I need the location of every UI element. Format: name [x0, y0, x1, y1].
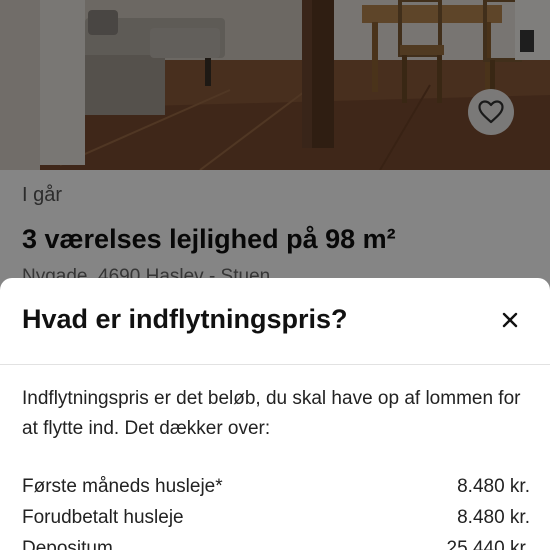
- close-icon: [502, 312, 518, 328]
- close-button[interactable]: [490, 300, 530, 340]
- page: I går 3 værelses lejlighed på 98 m² Nyga…: [0, 0, 550, 550]
- cost-row-first-month-rent: Første måneds husleje* 8.480 kr.: [22, 476, 530, 507]
- cost-label: Første måneds husleje*: [22, 476, 223, 497]
- move-in-price-sheet: Hvad er indflytningspris? Indflytningspr…: [0, 278, 550, 550]
- cost-label: Depositum: [22, 538, 113, 550]
- sheet-title: Hvad er indflytningspris?: [22, 304, 348, 334]
- cost-amount: 8.480 kr.: [457, 476, 530, 497]
- sheet-intro-text: Indflytningspris er det beløb, du skal h…: [22, 388, 521, 439]
- cost-list: Første måneds husleje* 8.480 kr. Forudbe…: [22, 476, 530, 550]
- cost-label: Forudbetalt husleje: [22, 507, 184, 528]
- cost-row-prepaid-rent: Forudbetalt husleje 8.480 kr.: [22, 507, 530, 538]
- cost-row-deposit: Depositum 25.440 kr.: [22, 538, 530, 550]
- cost-amount: 8.480 kr.: [457, 507, 530, 528]
- sheet-header: Hvad er indflytningspris?: [0, 278, 550, 365]
- cost-amount: 25.440 kr.: [446, 538, 530, 550]
